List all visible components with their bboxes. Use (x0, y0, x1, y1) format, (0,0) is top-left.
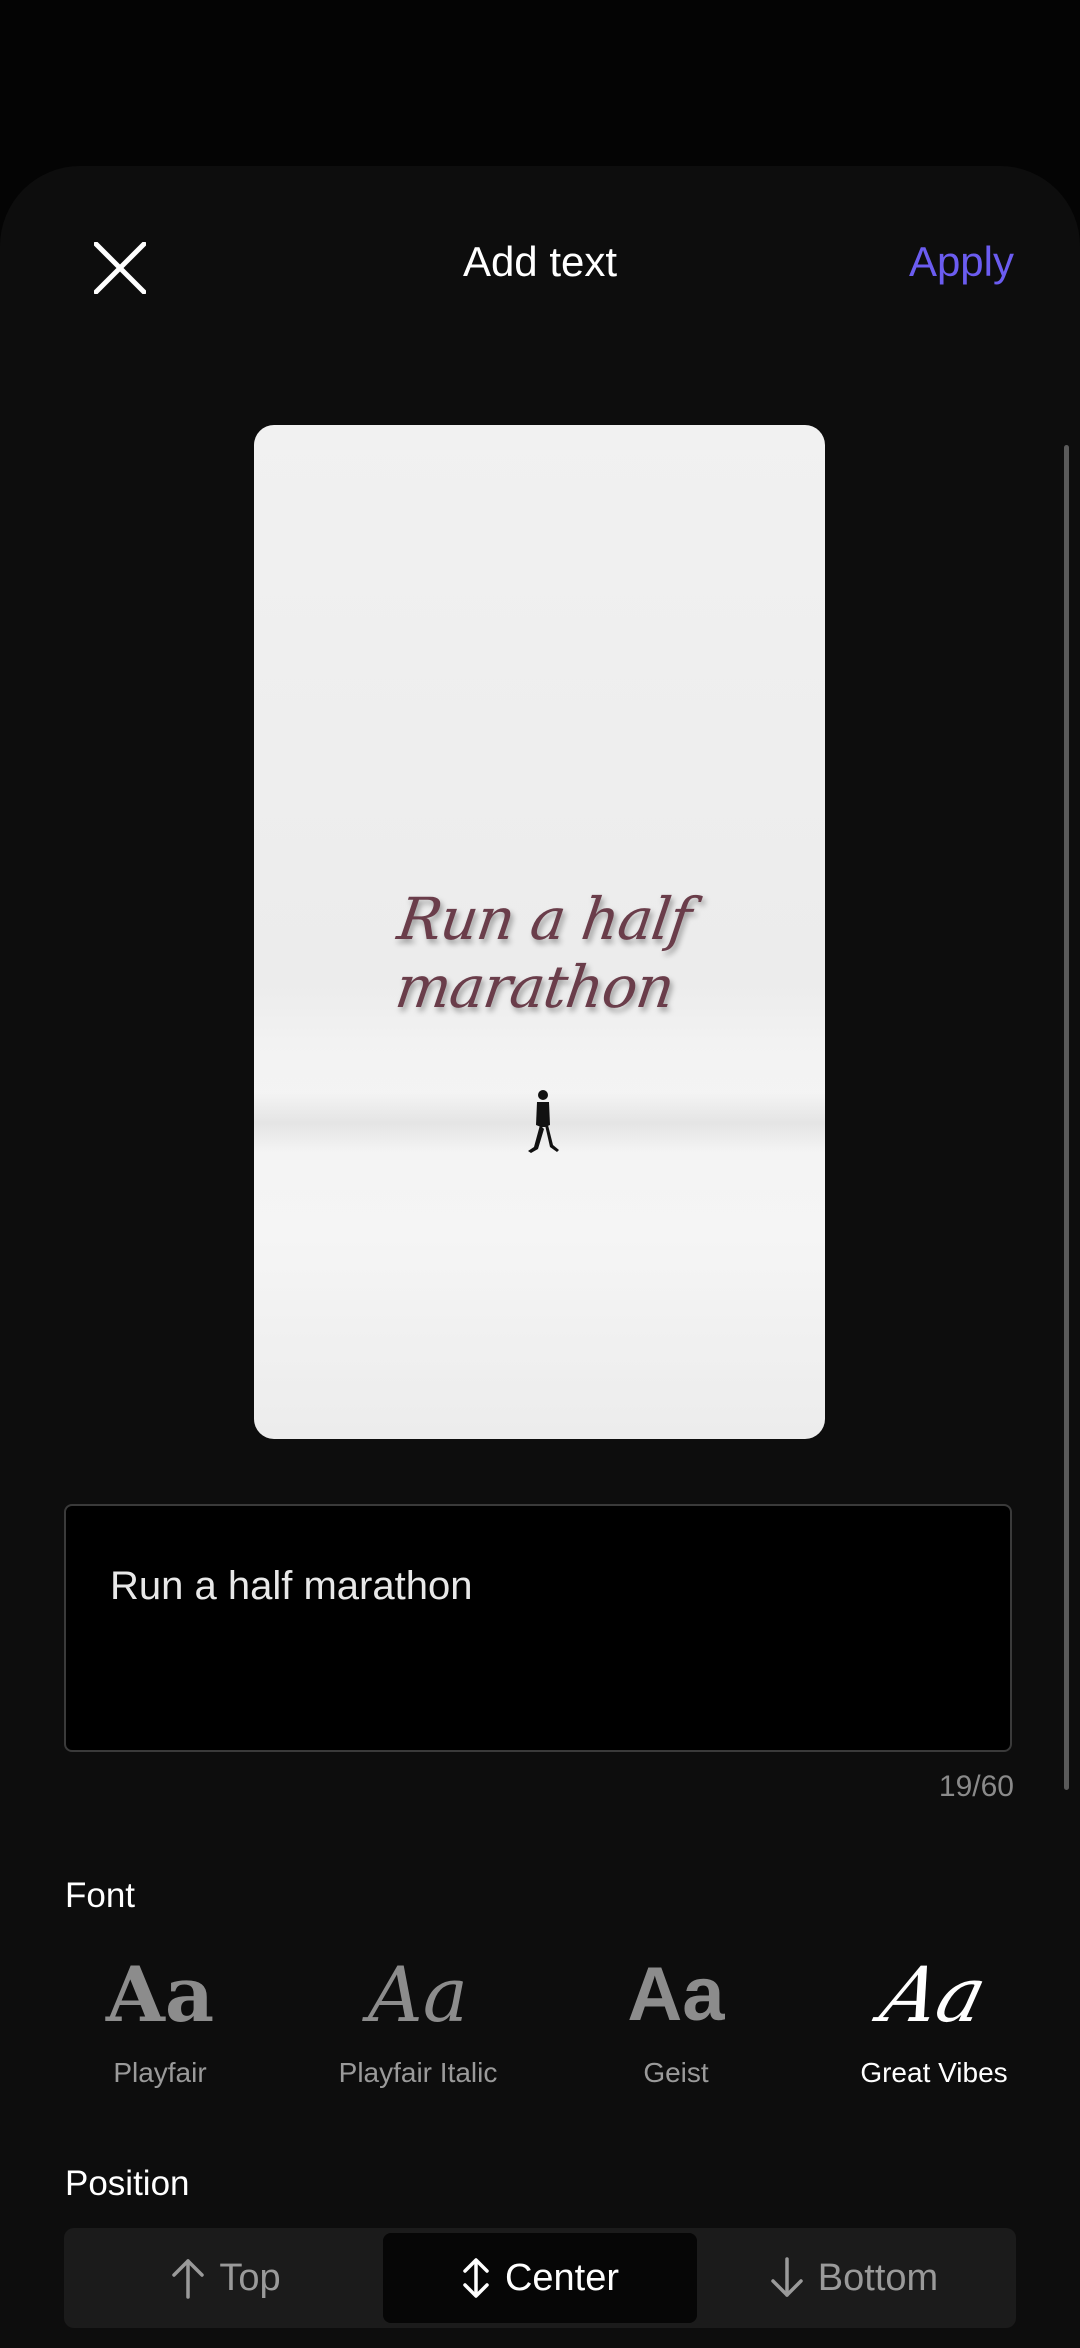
character-counter: 19/60 (938, 1770, 1014, 1803)
font-sample: Aa (105, 1950, 215, 2039)
position-center-label: Center (504, 2256, 620, 2299)
font-name: Geist (643, 2057, 709, 2088)
font-sample: Aa (627, 1952, 725, 2037)
font-option-playfair[interactable]: Aa Playfair (30, 1945, 290, 2089)
scrollbar[interactable] (1064, 445, 1069, 1790)
font-name: Great Vibes (860, 2057, 1008, 2088)
font-option-great-vibes[interactable]: Aa Great Vibes (804, 1945, 1064, 2089)
text-input[interactable]: Run a half marathon (64, 1504, 1012, 1752)
position-section-label: Position (65, 2164, 190, 2203)
position-segmented-control: Top Center Bottom (64, 2228, 1016, 2328)
font-name: Playfair (113, 2057, 207, 2088)
position-bottom-label: Bottom (817, 2256, 939, 2299)
position-top-button[interactable]: Top (69, 2233, 383, 2323)
position-center-button[interactable]: Center (383, 2233, 697, 2323)
arrow-up-down-icon (463, 2258, 489, 2298)
image-preview: Run a half marathon (254, 425, 825, 1439)
arrow-down-icon (771, 2257, 803, 2297)
font-section-label: Font (65, 1876, 136, 1915)
font-option-geist[interactable]: Aa Geist (546, 1945, 806, 2089)
position-top-label: Top (219, 2256, 281, 2299)
arrow-up-icon (172, 2259, 205, 2299)
font-option-playfair-italic[interactable]: Aa Playfair Italic (288, 1945, 548, 2089)
walking-person-figure (528, 1090, 559, 1153)
position-bottom-button[interactable]: Bottom (697, 2233, 1011, 2323)
preview-overlay-text[interactable]: Run a half marathon (254, 885, 825, 1021)
apply-button[interactable]: Apply (909, 238, 1014, 286)
font-sample: Aa (367, 1950, 469, 2039)
font-name: Playfair Italic (338, 2057, 498, 2088)
font-sample: Aa (872, 1950, 996, 2039)
